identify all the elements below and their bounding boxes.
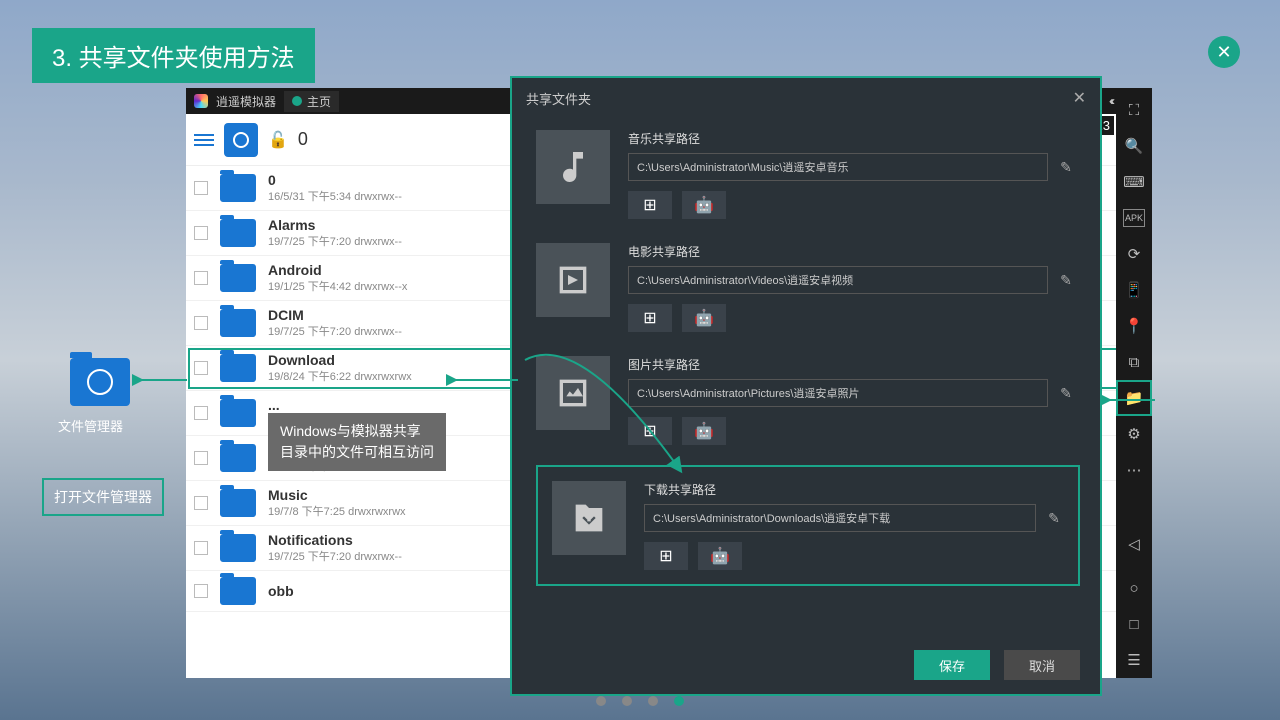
windows-button[interactable]: ⊞ [644,542,688,570]
dialog-close-icon[interactable]: ✕ [1073,88,1086,108]
checkbox[interactable] [194,451,208,465]
file-manager-label: 文件管理器 [58,416,123,435]
keyboard-icon[interactable]: ⌨ [1116,164,1152,200]
folder-icon [220,534,256,562]
folder-icon [220,577,256,605]
share-row-download: 下载共享路径 C:\Users\Administrator\Downloads\… [536,465,1080,586]
checkbox[interactable] [194,271,208,285]
picture-label: 图片共享路径 [628,356,1076,373]
video-path-input[interactable]: C:\Users\Administrator\Videos\逍遥安卓视频 [628,266,1048,294]
current-path: 0 [298,129,308,150]
share-tooltip: Windows与模拟器共享 目录中的文件可相互访问 [268,413,446,471]
music-icon [536,130,610,204]
cancel-button[interactable]: 取消 [1004,650,1080,680]
recent-icon[interactable]: □ [1116,606,1152,642]
dot-3[interactable] [648,696,658,706]
collapse-icon[interactable]: ‹‹‹ [1109,94,1112,108]
edit-icon[interactable]: ✎ [1056,157,1076,177]
checkbox[interactable] [194,361,208,375]
video-label: 电影共享路径 [628,243,1076,260]
list-icon[interactable]: ☰ [1116,642,1152,678]
android-button[interactable]: 🤖 [698,542,742,570]
windows-button[interactable]: ⊞ [628,417,672,445]
emulator-app-name: 逍遥模拟器 [216,93,276,110]
android-button[interactable]: 🤖 [682,304,726,332]
download-path-input[interactable]: C:\Users\Administrator\Downloads\逍遥安卓下载 [644,504,1036,532]
checkbox[interactable] [194,316,208,330]
shared-folder-dialog: 共享文件夹 ✕ 音乐共享路径 C:\Users\Administrator\Mu… [510,76,1102,696]
file-manager-app-icon [70,358,130,406]
shake-icon[interactable]: 📱 [1116,272,1152,308]
music-path-input[interactable]: C:\Users\Administrator\Music\逍遥安卓音乐 [628,153,1048,181]
music-label: 音乐共享路径 [628,130,1076,147]
download-icon [552,481,626,555]
rotate-icon[interactable]: ⟳ [1116,236,1152,272]
checkbox[interactable] [194,584,208,598]
home-icon[interactable]: ○ [1116,570,1152,606]
back-icon[interactable]: ◁ [1116,526,1152,562]
open-file-manager-button[interactable]: 打开文件管理器 [42,478,164,516]
tab-label: 主页 [307,93,331,110]
android-button[interactable]: 🤖 [682,191,726,219]
tab-indicator-icon [292,96,302,106]
emulator-tab-home[interactable]: 主页 [284,91,339,112]
menu-icon[interactable] [194,134,214,146]
dot-2[interactable] [622,696,632,706]
edit-icon[interactable]: ✎ [1056,383,1076,403]
close-tutorial-button[interactable]: ✕ [1208,36,1240,68]
video-icon [536,243,610,317]
file-manager-icon [224,123,258,157]
settings-icon[interactable]: ⚙ [1116,416,1152,452]
tutorial-title: 3. 共享文件夹使用方法 [32,28,315,83]
dialog-title: 共享文件夹 [526,89,591,108]
folder-icon [220,399,256,427]
emulator-logo-icon [194,94,208,108]
fullscreen-icon[interactable]: ⛶ [1116,92,1152,128]
checkbox[interactable] [194,406,208,420]
android-button[interactable]: 🤖 [682,417,726,445]
folder-icon [220,354,256,382]
dot-1[interactable] [596,696,606,706]
pagination-dots [596,696,684,706]
windows-button[interactable]: ⊞ [628,191,672,219]
windows-button[interactable]: ⊞ [628,304,672,332]
folder-icon [220,264,256,292]
edit-icon[interactable]: ✎ [1056,270,1076,290]
apk-icon[interactable]: APK [1123,209,1145,227]
share-row-picture: 图片共享路径 C:\Users\Administrator\Pictures\逍… [512,344,1100,457]
folder-icon [220,489,256,517]
more-icon[interactable]: ⋯ [1116,452,1152,488]
multi-window-icon[interactable]: ⧉ [1116,344,1152,380]
emulator-side-toolbar: ⛶ 🔍 ⌨ APK ⟳ 📱 📍 ⧉ 📁 ⚙ ⋯ ◁ ○ □ ☰ [1116,88,1152,678]
shared-folder-icon[interactable]: 📁 [1116,380,1152,416]
lock-icon: 🔓 [268,130,288,150]
save-button[interactable]: 保存 [914,650,990,680]
location-icon[interactable]: 📍 [1116,308,1152,344]
download-label: 下载共享路径 [644,481,1064,498]
picture-icon [536,356,610,430]
checkbox[interactable] [194,541,208,555]
folder-icon [220,219,256,247]
folder-icon [220,309,256,337]
search-icon[interactable]: 🔍 [1116,128,1152,164]
checkbox[interactable] [194,181,208,195]
checkbox[interactable] [194,496,208,510]
share-row-music: 音乐共享路径 C:\Users\Administrator\Music\逍遥安卓… [512,118,1100,231]
edit-icon[interactable]: ✎ [1044,508,1064,528]
checkbox[interactable] [194,226,208,240]
folder-icon [220,444,256,472]
picture-path-input[interactable]: C:\Users\Administrator\Pictures\逍遥安卓照片 [628,379,1048,407]
folder-icon [220,174,256,202]
dot-4[interactable] [674,696,684,706]
share-row-video: 电影共享路径 C:\Users\Administrator\Videos\逍遥安… [512,231,1100,344]
